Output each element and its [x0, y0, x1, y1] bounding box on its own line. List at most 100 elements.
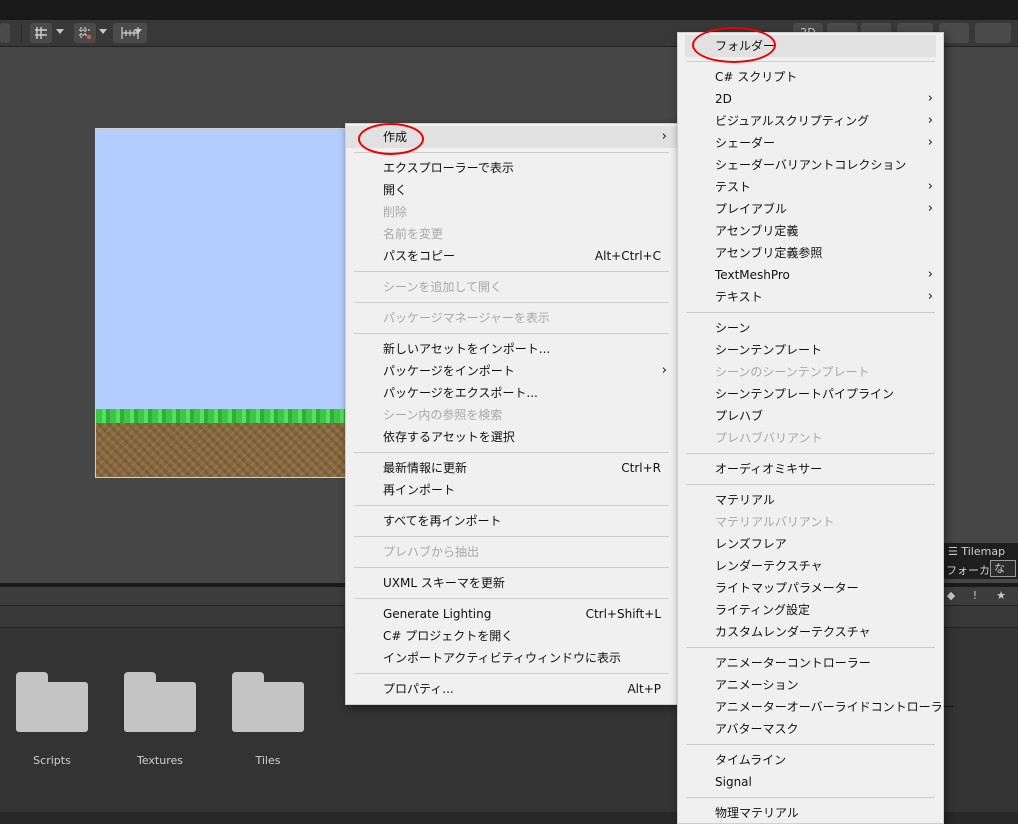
menu-item-label: シーンテンプレート [715, 343, 823, 357]
create-submenu-item-4[interactable]: ビジュアルスクリプティング › [678, 110, 943, 132]
context-menu-item-19[interactable]: 再インポート [346, 479, 677, 501]
create-submenu: フォルダー C# スクリプト 2D › ビジュアルスクリプティング › シェーダー › シェーダ… [677, 32, 955, 824]
tag-icon[interactable]: ◆ [944, 589, 958, 603]
create-submenu-item-34[interactable]: アバターマスク [678, 718, 943, 740]
context-menu-item-13[interactable]: パッケージをインポート › [346, 360, 677, 382]
create-submenu-item-12[interactable]: テキスト › [678, 286, 943, 308]
menu-item-label: 最新情報に更新 [383, 461, 468, 475]
context-menu-item-27[interactable]: Generate Lighting Ctrl+Shift+L [346, 603, 677, 625]
create-submenu-item-29[interactable]: カスタムレンダーテクスチャ [678, 621, 943, 643]
create-submenu-item-17[interactable]: シーンテンプレートパイプライン [678, 383, 943, 405]
context-menu-item-18[interactable]: 最新情報に更新 Ctrl+R [346, 457, 677, 479]
create-submenu-item-24: マテリアルバリアント [678, 511, 943, 533]
asset-folder-textures[interactable]: Textures [124, 672, 196, 767]
menu-item-label: テキスト [715, 290, 763, 304]
create-submenu-item-36[interactable]: タイムライン [678, 749, 943, 771]
tilemap-overlay[interactable]: ☰ Tilemap フォーカス な [944, 543, 1018, 579]
create-submenu-item-25[interactable]: レンズフレア [678, 533, 943, 555]
menu-item-label: Generate Lighting [383, 607, 492, 621]
menu-item-label: マテリアル [715, 493, 775, 507]
context-menu-item-25[interactable]: UXML スキーマを更新 [346, 572, 677, 594]
warning-icon[interactable]: ! [968, 589, 982, 603]
create-submenu-item-6[interactable]: シェーダーバリアントコレクション [678, 154, 943, 176]
grid-snap-dropdown[interactable] [56, 29, 64, 34]
menu-item-label: アセンブリ定義参照 [715, 246, 823, 260]
chevron-right-icon: › [927, 201, 933, 216]
menu-item-label: アセンブリ定義 [715, 224, 799, 238]
menu-item-label: 再インポート [383, 483, 456, 497]
context-menu-item-29[interactable]: インポートアクティビティウィンドウに表示 [346, 647, 677, 669]
context-menu-item-31[interactable]: プロパティ... Alt+P [346, 678, 677, 700]
context-menu-item-2[interactable]: エクスプローラーで表示 [346, 157, 677, 179]
menu-item-label: 開く [383, 183, 408, 197]
create-submenu-item-37[interactable]: Signal [678, 771, 943, 793]
create-submenu-item-26[interactable]: レンダーテクスチャ [678, 555, 943, 577]
menu-item-label: C# プロジェクトを開く [383, 629, 514, 643]
create-submenu-item-14[interactable]: シーン [678, 317, 943, 339]
context-menu-item-16[interactable]: 依存するアセットを選択 [346, 426, 677, 448]
favorite-star-icon[interactable]: ★ [994, 589, 1008, 603]
context-menu-item-15: シーン内の参照を検索 [346, 404, 677, 426]
game-camera-frame [95, 128, 355, 478]
create-submenu-item-2[interactable]: C# スクリプト [678, 66, 943, 88]
context-menu-item-14[interactable]: パッケージをエクスポート... [346, 382, 677, 404]
menu-separator [354, 302, 669, 303]
create-submenu-item-33[interactable]: アニメーターオーバーライドコントローラー [678, 696, 955, 718]
increment-snap-icon[interactable] [74, 23, 96, 43]
create-submenu-item-23[interactable]: マテリアル [678, 489, 943, 511]
tilemap-title: Tilemap [961, 545, 1006, 558]
menu-item-shortcut: Alt+P [627, 682, 661, 696]
menu-item-label: アバターマスク [715, 722, 799, 736]
menu-item-label: インポートアクティビティウィンドウに表示 [383, 651, 621, 665]
create-submenu-item-5[interactable]: シェーダー › [678, 132, 943, 154]
menu-separator [354, 673, 669, 674]
create-submenu-item-28[interactable]: ライティング設定 [678, 599, 943, 621]
menu-item-label: ライティング設定 [715, 603, 811, 617]
menu-separator [686, 453, 935, 454]
context-menu-item-21[interactable]: すべてを再インポート [346, 510, 677, 532]
increment-snap-dropdown[interactable] [99, 29, 107, 34]
asset-context-menu: 作成 › エクスプローラーで表示 開く 削除 名前を変更 パスをコピー Alt+Ctrl+C シ… [345, 123, 678, 705]
create-submenu-item-21[interactable]: オーディオミキサー [678, 458, 943, 480]
create-submenu-item-16: シーンのシーンテンプレート [678, 361, 943, 383]
create-submenu-item-27[interactable]: ライトマップパラメーター [678, 577, 943, 599]
create-submenu-item-15[interactable]: シーンテンプレート [678, 339, 943, 361]
create-submenu-item-19: プレハブバリアント [678, 427, 943, 449]
create-submenu-item-9[interactable]: アセンブリ定義 [678, 220, 943, 242]
grid-snap-icon[interactable] [30, 23, 52, 43]
menu-item-label: アニメーターコントローラー [715, 656, 871, 670]
ruler-dropdown[interactable] [134, 29, 142, 34]
camera-icon[interactable] [975, 23, 1011, 43]
annotation-circle-create [358, 123, 424, 155]
editor-title-bar [0, 0, 1018, 20]
create-submenu-item-32[interactable]: アニメーション [678, 674, 943, 696]
asset-folder-tiles[interactable]: Tiles [232, 672, 304, 767]
create-submenu-item-39[interactable]: 物理マテリアル [678, 802, 943, 824]
focus-dropdown[interactable]: な [990, 560, 1016, 577]
tilemap-overlay-title: ☰ Tilemap [948, 545, 1005, 558]
chevron-right-icon: › [927, 91, 933, 106]
context-menu-item-28[interactable]: C# プロジェクトを開く [346, 625, 677, 647]
create-submenu-item-18[interactable]: プレハブ [678, 405, 943, 427]
create-submenu-item-11[interactable]: TextMeshPro › [678, 264, 943, 286]
create-submenu-item-8[interactable]: プレイアブル › [678, 198, 943, 220]
create-submenu-item-3[interactable]: 2D › [678, 88, 943, 110]
menu-item-label: Signal [715, 775, 752, 789]
menu-item-label: 削除 [383, 205, 408, 219]
toolbar-dropdown-arrow[interactable] [0, 23, 10, 43]
context-menu-item-12[interactable]: 新しいアセットをインポート... [346, 338, 677, 360]
menu-item-label: オーディオミキサー [715, 462, 823, 476]
context-menu-item-3[interactable]: 開く [346, 179, 677, 201]
context-menu-item-6[interactable]: パスをコピー Alt+Ctrl+C [346, 245, 677, 267]
menu-item-label: テスト [715, 180, 752, 194]
create-submenu-item-10[interactable]: アセンブリ定義参照 [678, 242, 943, 264]
create-submenu-item-7[interactable]: テスト › [678, 176, 943, 198]
menu-item-label: カスタムレンダーテクスチャ [715, 625, 871, 639]
menu-item-label: ライトマップパラメーター [715, 581, 859, 595]
create-submenu-item-31[interactable]: アニメーターコントローラー [678, 652, 943, 674]
sky-background [96, 129, 354, 411]
asset-folder-scripts[interactable]: Scripts [16, 672, 88, 767]
context-menu-item-8: シーンを追加して開く [346, 276, 677, 298]
chevron-right-icon: › [661, 129, 667, 144]
menu-item-label: UXML スキーマを更新 [383, 576, 505, 590]
